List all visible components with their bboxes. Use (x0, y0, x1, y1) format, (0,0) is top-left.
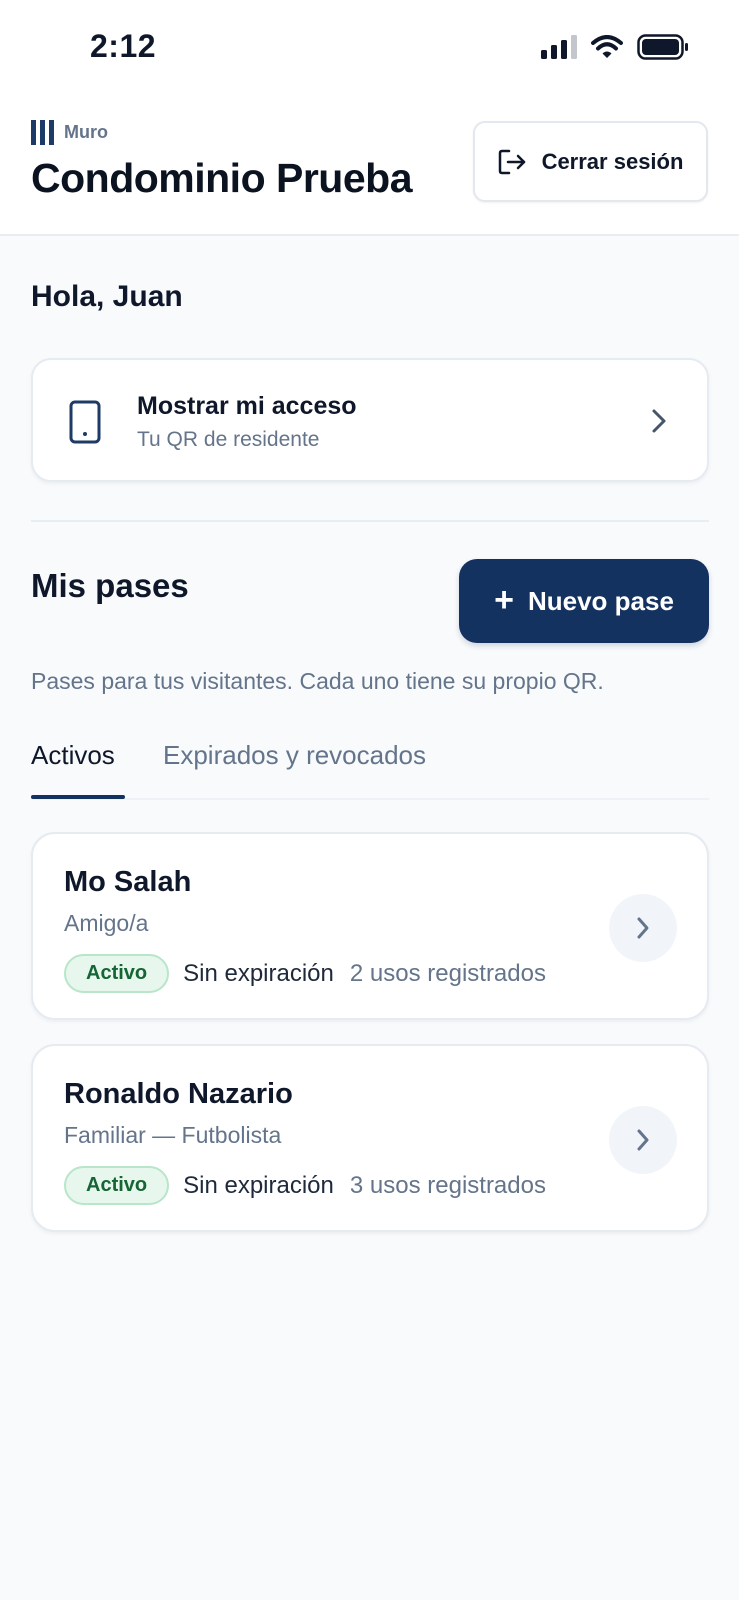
page-title: Condominio Prueba (31, 155, 413, 201)
access-card-title: Mostrar mi acceso (137, 392, 357, 420)
pass-relation: Amigo/a (64, 910, 149, 936)
status-time: 2:12 (90, 28, 157, 64)
pass-meta: Activo Sin expiración 2 usos registrados (64, 954, 546, 993)
pass-uses: 2 usos registrados (349, 959, 546, 987)
wifi-icon (591, 35, 623, 58)
greeting: Hola, Juan (31, 280, 183, 313)
tab-active-indicator (31, 795, 125, 799)
pass-card[interactable]: Ronaldo Nazario Familiar — Futbolista Ac… (31, 1044, 709, 1232)
pass-card[interactable]: Mo Salah Amigo/a Activo Sin expiración 2… (31, 832, 709, 1020)
brand: Muro (31, 120, 108, 145)
pass-meta: Activo Sin expiración 3 usos registrados (64, 1166, 546, 1205)
status-badge: Activo (64, 954, 170, 993)
new-pass-label: Nuevo pase (527, 585, 674, 616)
pass-relation: Familiar — Futbolista (64, 1122, 282, 1148)
chevron-right-icon (637, 1129, 649, 1151)
open-pass-button[interactable] (609, 1106, 677, 1174)
status-badge: Activo (64, 1166, 170, 1205)
status-bar: 2:12 (0, 0, 739, 90)
divider (31, 520, 709, 522)
status-icons (541, 34, 689, 60)
open-pass-button[interactable] (609, 894, 677, 962)
brand-name: Muro (64, 122, 108, 142)
access-card-subtitle: Tu QR de residente (137, 428, 320, 451)
logout-icon (498, 149, 525, 174)
pass-expiration: Sin expiración (183, 959, 334, 987)
section-description: Pases para tus visitantes. Cada uno tien… (31, 668, 604, 694)
logout-button[interactable]: Cerrar sesión (473, 121, 708, 202)
new-pass-button[interactable]: + Nuevo pase (459, 559, 709, 643)
show-access-card[interactable]: Mostrar mi acceso Tu QR de residente (31, 358, 709, 482)
chevron-right-icon (652, 409, 666, 433)
logout-label: Cerrar sesión (541, 148, 684, 174)
app-header: Muro Condominio Prueba Cerrar sesión (0, 90, 739, 236)
pass-expiration: Sin expiración (183, 1171, 334, 1199)
chevron-right-icon (637, 917, 649, 939)
section-title: Mis pases (31, 567, 189, 604)
tab-active[interactable]: Activos (31, 740, 115, 771)
signal-icon (541, 35, 577, 59)
tab-expired-revoked[interactable]: Expirados y revocados (163, 740, 426, 771)
pass-name: Mo Salah (64, 866, 192, 898)
pass-tabs: Activos Expirados y revocados (31, 740, 709, 800)
plus-icon: + (494, 580, 514, 619)
pass-uses: 3 usos registrados (349, 1171, 546, 1199)
battery-icon (637, 34, 688, 60)
pass-name: Ronaldo Nazario (64, 1078, 293, 1110)
brand-logo-icon (31, 120, 54, 145)
phone-icon (69, 400, 101, 444)
